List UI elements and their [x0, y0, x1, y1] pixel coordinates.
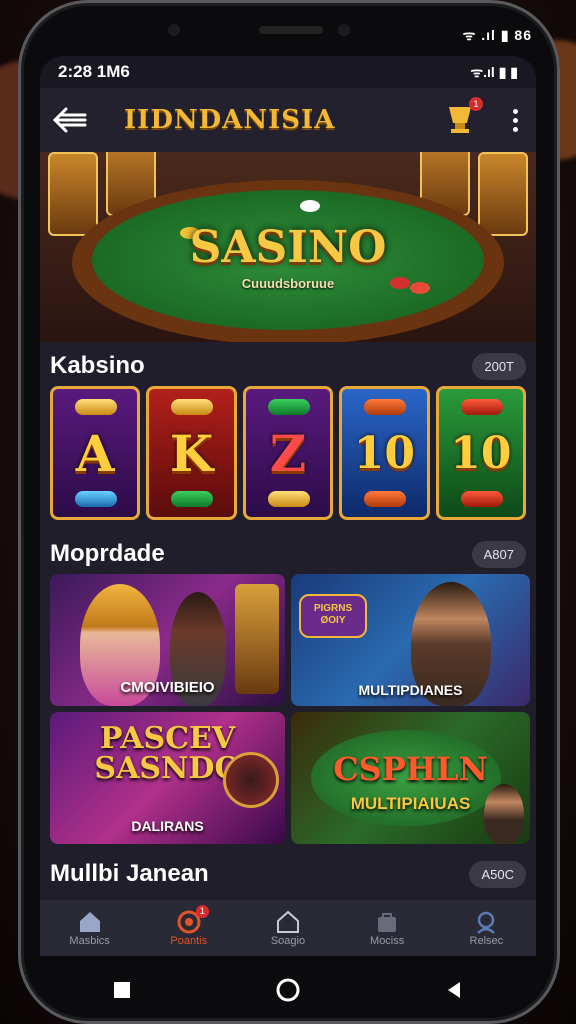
- bag-icon: [378, 913, 397, 932]
- nav-label: Relsec: [469, 935, 504, 947]
- back-button[interactable]: [52, 106, 88, 134]
- section-title: Moprdade: [50, 540, 165, 567]
- nav-item-points[interactable]: 1 Poantis: [144, 905, 234, 947]
- card-label: CMOIVIBIEIO: [120, 679, 215, 696]
- game-card[interactable]: CMOIVIBIEIO: [50, 574, 285, 706]
- notification-button[interactable]: 1: [443, 96, 483, 140]
- home-icon: [79, 912, 100, 932]
- circle-icon: [276, 978, 300, 1002]
- triangle-back-icon: [448, 982, 461, 998]
- slot-symbol: Z: [269, 423, 307, 483]
- system-navigation: [40, 956, 536, 1024]
- character-image: [484, 784, 524, 844]
- slot-game-tile[interactable]: Z: [242, 386, 334, 520]
- cash-icon: [171, 491, 214, 507]
- status-time: 2:28 1M6: [58, 62, 130, 81]
- recents-button[interactable]: [112, 980, 132, 1000]
- nav-item-release[interactable]: Relsec: [441, 909, 531, 947]
- square-icon: [113, 982, 130, 998]
- app-title: IIDNDANISIA: [124, 105, 336, 135]
- kebab-icon: [513, 108, 518, 132]
- featured-game-grid: CMOIVIBIEIO PIGRNS ØOIY MULTIPDIANES PAS…: [40, 574, 536, 844]
- slot-game-tile[interactable]: K: [146, 386, 237, 520]
- promo-badge-text: PIGRNS ØOIY: [313, 603, 353, 626]
- nav-badge: 1: [195, 905, 209, 918]
- section-header: Moprdade A807: [40, 534, 536, 574]
- slot-game-tile[interactable]: 10: [435, 386, 527, 520]
- cash-icon: [460, 491, 503, 507]
- coin-icon: [267, 491, 310, 507]
- chest-icon: [460, 399, 503, 415]
- sensor-dot: [168, 24, 180, 36]
- section-title: Mullbi Janean: [50, 860, 209, 887]
- slot-machine-image: [235, 584, 279, 694]
- coin-icon: [75, 399, 117, 415]
- nav-label: Soagio: [270, 935, 306, 947]
- slot-symbol: A: [75, 423, 115, 483]
- roulette-image: [223, 752, 279, 808]
- game-card[interactable]: PASCEV SASNDO DALIRANS: [50, 712, 285, 844]
- promo-badge: PIGRNS ØOIY: [299, 594, 367, 638]
- fan-icon: [364, 491, 407, 507]
- slot-symbol: 10: [450, 427, 512, 479]
- app-screen: 2:28 1M6 ᯤ.ıl ▮ ▮ IIDNDANISIA 1 SASINO C…: [40, 56, 536, 956]
- coin-icon: [171, 399, 214, 415]
- status-icons: ᯤ.ıl ▮ ▮: [470, 63, 518, 80]
- nav-item-search[interactable]: Soagio: [243, 909, 333, 947]
- slot-game-tile[interactable]: 10: [339, 386, 430, 520]
- bottom-navigation: Masbics 1 Poantis Soagio Mociss Relsec: [40, 900, 536, 956]
- nav-item-home[interactable]: Masbics: [45, 909, 135, 947]
- section-header: Mullbi Janean A50C: [40, 854, 536, 894]
- back-arrow-icon: [52, 107, 87, 133]
- section-header: Kabsino 200T: [40, 346, 536, 386]
- home-outline-icon: [276, 910, 299, 933]
- outer-status-text: ᯤ .ıl ▮ 86: [462, 27, 532, 43]
- slot-game-tile[interactable]: A: [50, 386, 141, 520]
- chip-icon: [300, 200, 320, 212]
- hero-subtitle: Cuuudsboruue: [241, 276, 335, 291]
- section-count-badge[interactable]: 200T: [472, 352, 526, 380]
- front-camera: [338, 24, 350, 36]
- section-count-badge[interactable]: A807: [471, 540, 526, 568]
- home-button[interactable]: [275, 977, 301, 1003]
- section-title: Kabsino: [50, 352, 145, 379]
- slot-game-row: A K Z 10 10: [40, 386, 536, 520]
- card-label: MULTIPDIANES: [358, 682, 463, 698]
- hero-banner[interactable]: SASINO Cuuudsboruue: [40, 152, 536, 342]
- chest-icon: [364, 399, 407, 415]
- search-icon: [477, 911, 496, 934]
- card-title: CSPHLN: [333, 750, 488, 788]
- more-menu-button[interactable]: [507, 108, 524, 132]
- hero-title: SASINO: [189, 222, 387, 273]
- game-card[interactable]: PIGRNS ØOIY MULTIPDIANES: [291, 574, 530, 706]
- nav-label: Poantis: [170, 935, 208, 947]
- game-card[interactable]: CSPHLN MULTIPIAIUAS: [291, 712, 530, 844]
- notification-badge: 1: [469, 96, 483, 111]
- nav-label: Mociss: [370, 935, 405, 947]
- status-bar: 2:28 1M6 ᯤ.ıl ▮ ▮: [40, 56, 536, 88]
- gift-icon: [267, 399, 310, 415]
- slot-symbol: 10: [353, 427, 416, 479]
- card-label: DALIRANS: [131, 818, 204, 834]
- speaker-grille: [259, 26, 323, 34]
- nav-item-music[interactable]: Mociss: [342, 909, 432, 947]
- gem-icon: [75, 491, 117, 507]
- back-nav-button[interactable]: [444, 980, 464, 1000]
- section-count-badge[interactable]: A50C: [469, 860, 526, 888]
- nav-label: Masbics: [69, 935, 110, 947]
- slot-symbol: K: [169, 423, 214, 483]
- app-bar: IIDNDANISIA 1: [40, 88, 536, 152]
